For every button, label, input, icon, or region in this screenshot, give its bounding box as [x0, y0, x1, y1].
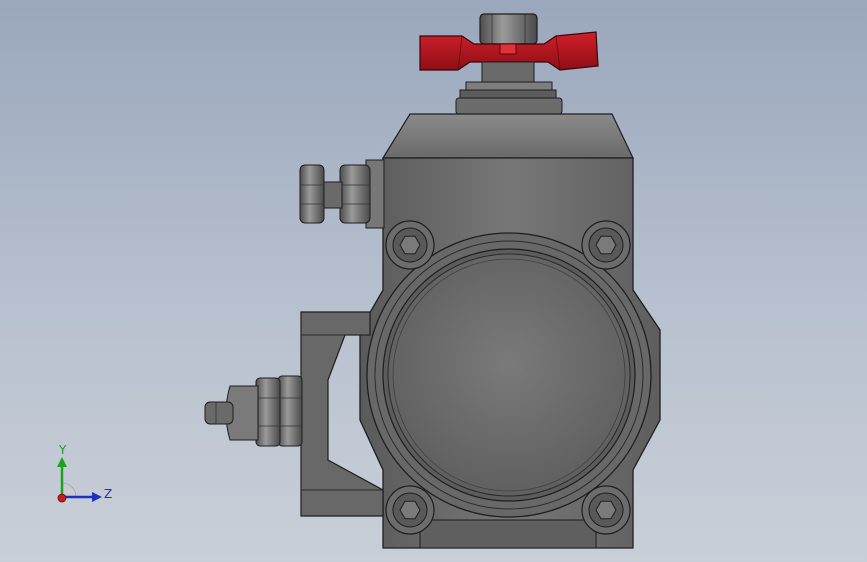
bolt-top-right[interactable] [581, 220, 631, 270]
stem-packing[interactable] [455, 61, 563, 115]
stem-nut[interactable] [479, 13, 538, 45]
bolt-top-left[interactable] [385, 220, 435, 270]
y-axis-arrow-icon [57, 457, 67, 467]
bolt-bottom-left[interactable] [385, 485, 435, 535]
graphics-viewport[interactable]: Y Z [0, 0, 867, 562]
origin-icon [57, 493, 67, 503]
bonnet-top [381, 113, 634, 159]
hex-bolt-icon [595, 500, 617, 520]
cover-disc[interactable] [366, 232, 652, 518]
z-axis-arrow-icon [92, 492, 102, 502]
hex-bolt-icon [595, 235, 617, 255]
lower-fitting[interactable] [204, 375, 303, 447]
y-axis-label: Y [58, 443, 67, 457]
z-axis-label: Z [104, 487, 112, 501]
orientation-triad: Y Z [57, 443, 112, 503]
upper-fitting[interactable] [299, 159, 385, 229]
valve-model[interactable] [0, 0, 867, 562]
hex-bolt-icon [399, 235, 421, 255]
bolt-bottom-right[interactable] [581, 485, 631, 535]
hex-bolt-icon [399, 500, 421, 520]
